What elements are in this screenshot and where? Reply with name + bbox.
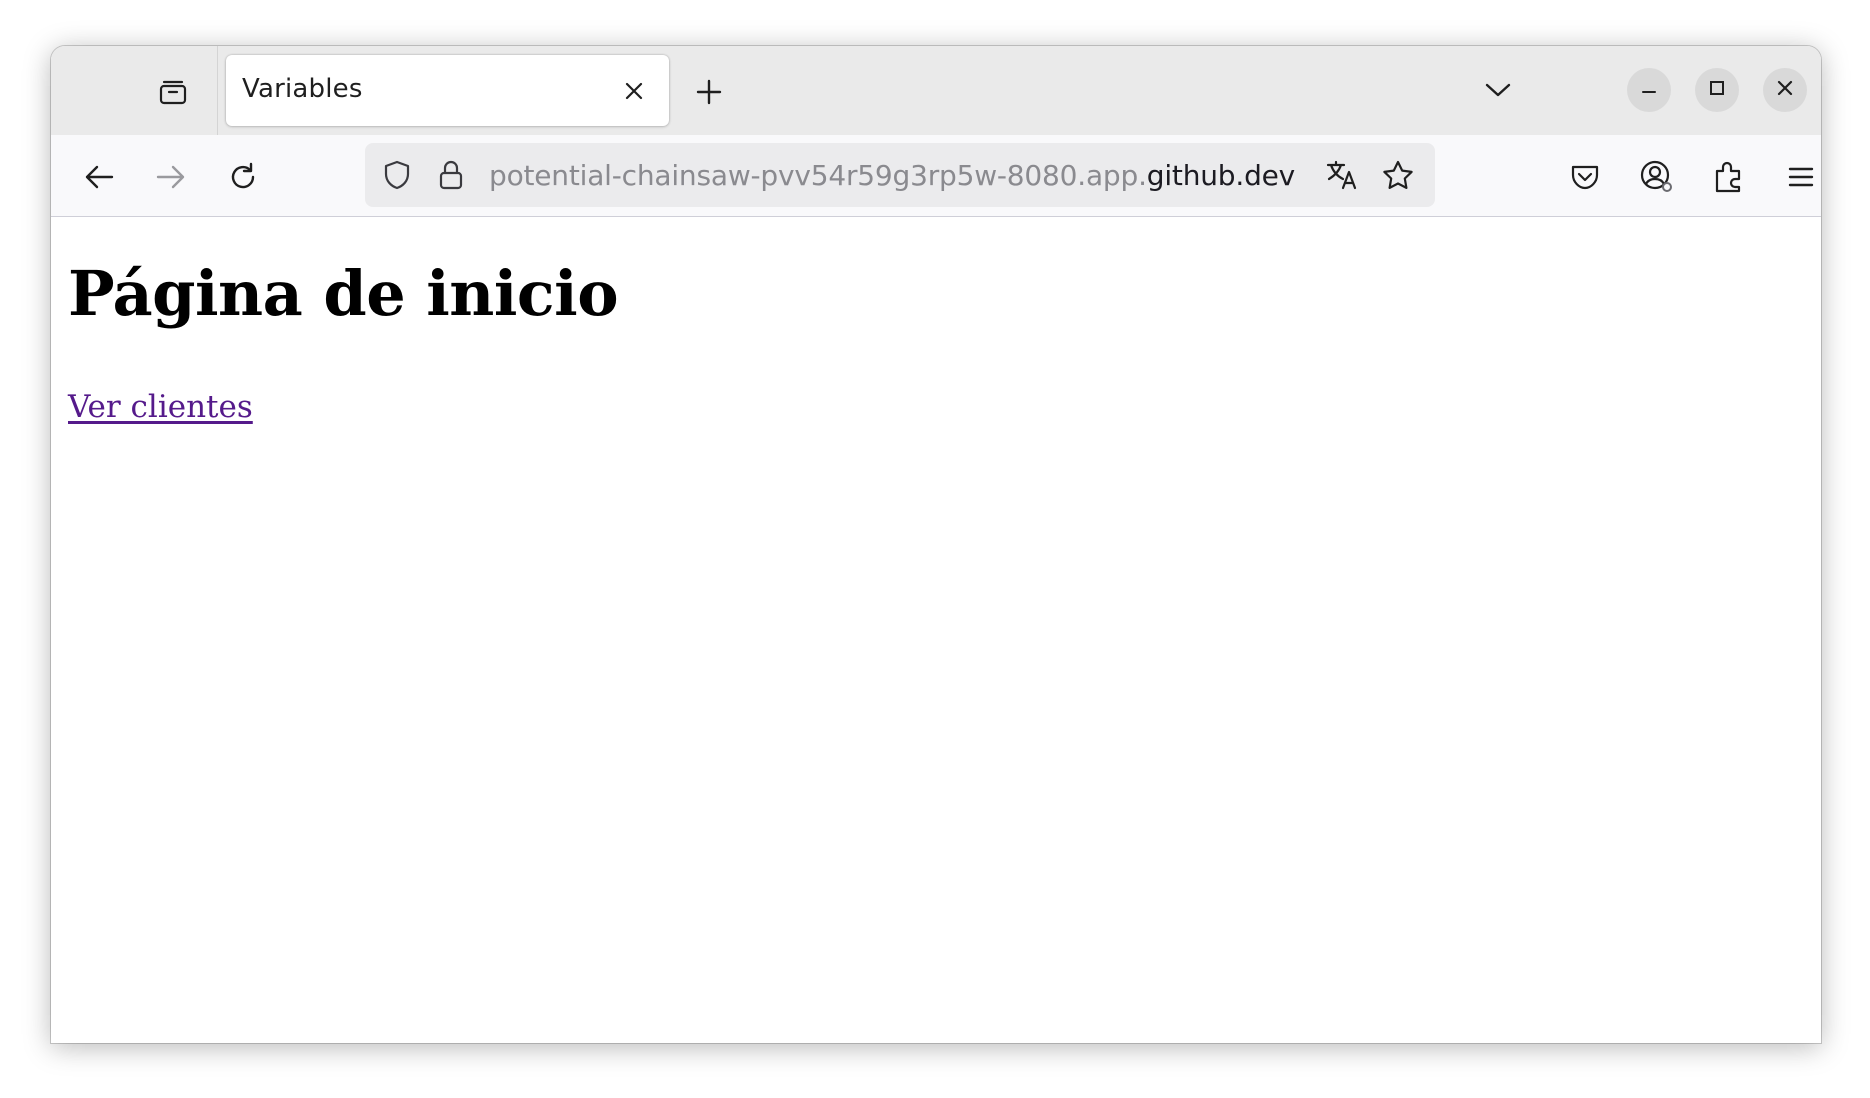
account-button[interactable] <box>1635 155 1679 199</box>
arrow-right-icon <box>155 163 187 191</box>
puzzle-icon <box>1713 160 1745 194</box>
extensions-button[interactable] <box>1707 155 1751 199</box>
maximize-icon <box>1708 79 1726 101</box>
translate-button[interactable] <box>1322 155 1362 195</box>
browser-window: Variables potential-chainsaw-pvv54r59g3r… <box>51 46 1821 1043</box>
bookmark-button[interactable] <box>1378 155 1418 195</box>
pocket-icon <box>1569 162 1601 192</box>
new-tab-button[interactable] <box>689 72 729 112</box>
hamburger-menu-icon <box>1787 165 1815 189</box>
site-info-button[interactable] <box>431 155 471 195</box>
folder-tray-icon <box>158 77 188 107</box>
plus-icon <box>695 78 723 106</box>
url-text[interactable]: potential-chainsaw-pvv54r59g3rp5w-8080.a… <box>489 159 1295 192</box>
url-prefix: potential-chainsaw-pvv54r59g3rp5w-8080.a… <box>489 159 1147 192</box>
minimize-button[interactable] <box>1627 68 1671 112</box>
arrow-left-icon <box>83 163 115 191</box>
tab-separator <box>217 46 218 135</box>
back-button[interactable] <box>77 155 121 199</box>
page-title: Página de inicio <box>68 257 619 330</box>
tab-strip: Variables <box>51 46 1821 135</box>
forward-button[interactable] <box>149 155 193 199</box>
tab-variables[interactable]: Variables <box>226 55 669 126</box>
close-icon <box>624 81 644 101</box>
window-close-button[interactable] <box>1763 68 1807 112</box>
ver-clientes-link[interactable]: Ver clientes <box>68 389 253 425</box>
page-content: Página de inicio Ver clientes <box>51 217 1821 1043</box>
account-icon <box>1639 159 1675 195</box>
app-menu-button[interactable] <box>1779 155 1821 199</box>
star-icon <box>1381 159 1415 191</box>
reload-icon <box>227 161 259 193</box>
navigation-toolbar: potential-chainsaw-pvv54r59g3rp5w-8080.a… <box>51 135 1821 217</box>
tab-groups-button[interactable] <box>151 70 195 114</box>
tracking-protection-button[interactable] <box>377 155 417 195</box>
list-all-tabs-button[interactable] <box>1478 70 1518 110</box>
lock-icon <box>438 159 464 191</box>
shield-icon <box>382 159 412 191</box>
url-bar[interactable]: potential-chainsaw-pvv54r59g3rp5w-8080.a… <box>365 143 1435 207</box>
tab-title: Variables <box>242 74 363 104</box>
chevron-down-icon <box>1484 81 1512 99</box>
maximize-button[interactable] <box>1695 68 1739 112</box>
url-domain: github.dev <box>1146 159 1296 192</box>
translate-icon <box>1325 159 1359 191</box>
close-icon <box>1776 79 1794 101</box>
pocket-button[interactable] <box>1563 155 1607 199</box>
minimize-icon <box>1640 79 1658 101</box>
reload-button[interactable] <box>221 155 265 199</box>
tab-close-button[interactable] <box>618 75 650 107</box>
